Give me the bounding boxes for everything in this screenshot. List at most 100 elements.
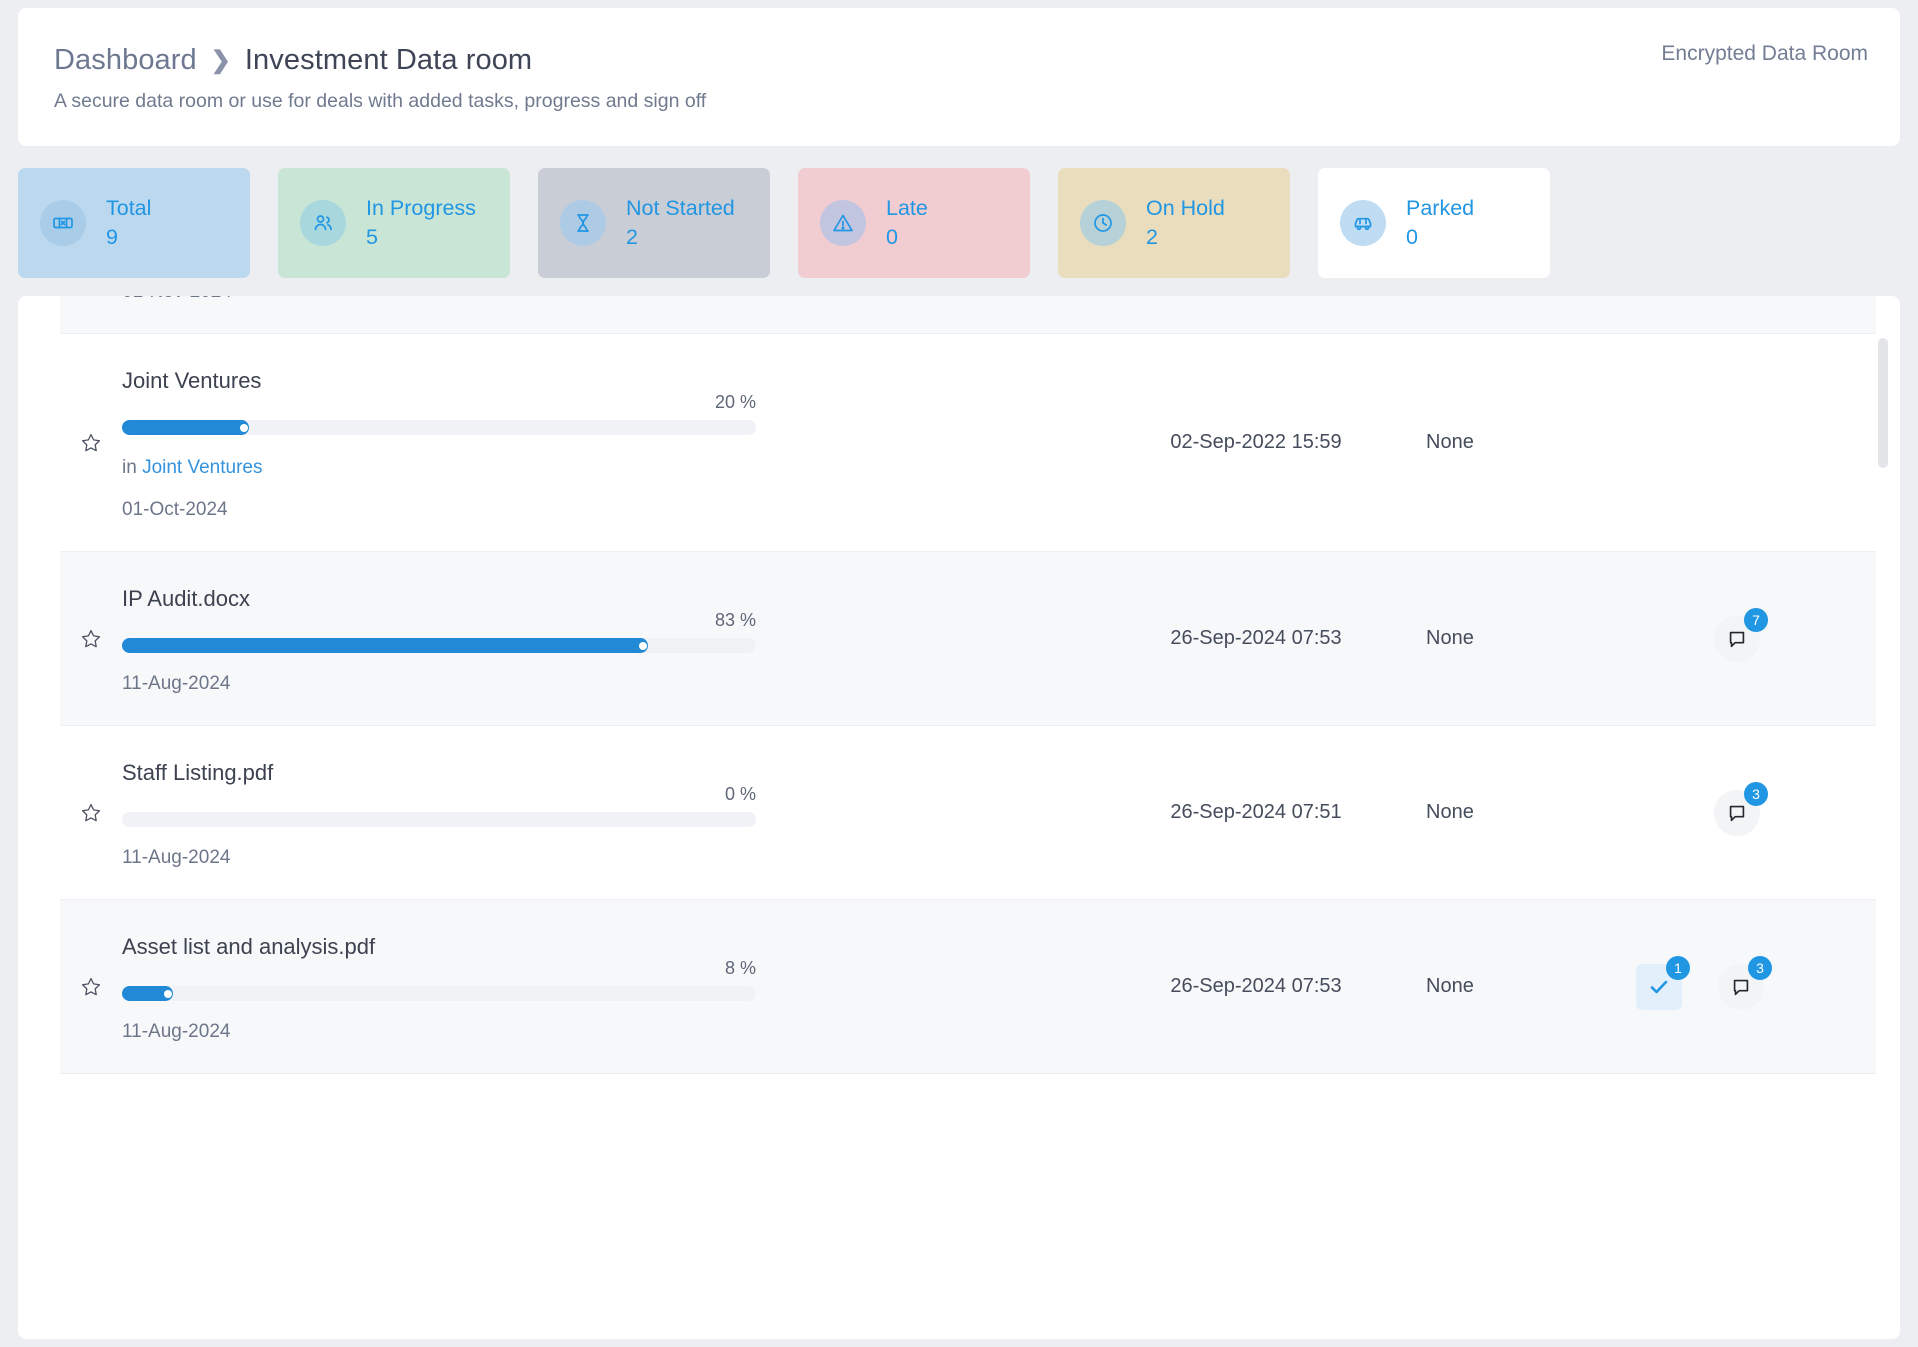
task-badges: 1	[1576, 296, 1876, 333]
task-assignee: None	[1406, 296, 1576, 333]
stat-label: Late	[886, 195, 928, 220]
stat-value: 0	[886, 224, 898, 249]
task-badges: 3	[1576, 726, 1876, 899]
table-row[interactable]: 59 %in NDA, confidentiality agreements i…	[60, 296, 1876, 334]
stat-value: 9	[106, 224, 118, 249]
progress-percent-label: 20 %	[714, 392, 756, 412]
clock-icon	[1080, 200, 1126, 246]
stat-card-total[interactable]: Total 9	[18, 168, 250, 278]
warning-icon	[820, 200, 866, 246]
task-cell: Staff Listing.pdf 0 % 11-Aug-2024	[122, 726, 1106, 899]
stat-label: Parked	[1406, 195, 1475, 220]
stat-label: Not Started	[626, 195, 735, 220]
progress-percent-label: 83 %	[714, 610, 756, 630]
favorite-cell	[60, 726, 122, 899]
task-due-date: 11-Aug-2024	[122, 847, 231, 868]
stat-card-parked[interactable]: Parked 0	[1318, 168, 1550, 278]
star-outline-icon[interactable]	[78, 626, 104, 652]
favorite-cell	[60, 900, 122, 1073]
stat-label: Total	[106, 195, 152, 220]
signoff-count: 1	[1666, 955, 1690, 980]
favorite-cell	[60, 552, 122, 725]
task-title[interactable]: Joint Ventures	[122, 368, 1106, 394]
task-due-date: 01-Nov-2024	[122, 296, 1106, 303]
ticket-icon	[40, 200, 86, 246]
comment-badge[interactable]: 3	[1714, 781, 1768, 836]
signoff-badge[interactable]: 1	[1636, 955, 1690, 1010]
task-cell: Asset list and analysis.pdf 8 % 11-Aug-202…	[122, 900, 1106, 1073]
task-cell: 59 %in NDA, confidentiality agreements i…	[122, 296, 1106, 333]
stat-card-on-hold[interactable]: On Hold 2	[1058, 168, 1290, 278]
progress-bar[interactable]	[122, 986, 756, 1001]
progress-percent-label: 8 %	[724, 958, 756, 978]
table-row[interactable]: Asset list and analysis.pdf 8 % 11-Aug-202…	[60, 900, 1876, 1074]
stat-value: 2	[626, 224, 638, 249]
progress-block: 0 %	[122, 784, 756, 827]
task-assignee: None	[1426, 801, 1474, 823]
task-badges: 7	[1576, 552, 1876, 725]
list-scrollbar-track[interactable]	[1878, 310, 1894, 1325]
task-title[interactable]: IP Audit.docx	[122, 586, 1106, 612]
list-scrollbar-thumb[interactable]	[1878, 338, 1888, 468]
star-outline-icon[interactable]	[78, 430, 104, 456]
task-list: 59 %in NDA, confidentiality agreements i…	[60, 296, 1876, 1245]
progress-knob[interactable]	[639, 641, 648, 650]
task-due-date: 01-Oct-2024	[122, 499, 228, 520]
task-assignee: None	[1426, 975, 1474, 997]
task-assignee: None	[1426, 431, 1474, 453]
row-location-prefix: in	[122, 457, 143, 478]
people-icon	[300, 200, 346, 246]
task-list-panel: 59 %in NDA, confidentiality agreements i…	[18, 296, 1900, 1339]
progress-percent-label: 0 %	[724, 784, 756, 804]
stat-label: On Hold	[1146, 195, 1225, 220]
star-outline-icon[interactable]	[78, 974, 104, 1000]
progress-bar[interactable]	[122, 812, 756, 827]
stat-card-in-progress[interactable]: In Progress 5	[278, 168, 510, 278]
chevron-right-icon: ❯	[210, 46, 231, 74]
task-updated: 14-Dec-2023 12:49	[1106, 296, 1406, 333]
star-outline-icon[interactable]	[78, 800, 104, 826]
task-updated: 26-Sep-2024 07:53	[1170, 975, 1342, 997]
comment-count: 3	[1744, 781, 1768, 806]
task-due-date: 11-Aug-2024	[122, 1021, 231, 1042]
comment-count: 3	[1748, 955, 1772, 980]
task-cell: Joint Ventures 20 % in Joint Ventures 01-Oc…	[122, 334, 1106, 551]
car-icon	[1340, 200, 1386, 246]
progress-bar[interactable]	[122, 420, 756, 435]
stat-value: 5	[366, 224, 378, 249]
task-updated: 26-Sep-2024 07:51	[1170, 801, 1342, 823]
comment-badge[interactable]: 3	[1718, 955, 1772, 1010]
table-row[interactable]: IP Audit.docx 83 % 11-Aug-2024 26-Sep-2024 …	[60, 552, 1876, 726]
stat-card-not-started[interactable]: Not Started 2	[538, 168, 770, 278]
progress-block: 8 %	[122, 958, 756, 1001]
status-summary-cards: Total 9 In Progress 5 Not Started 2 Late 0 On Ho…	[18, 168, 1900, 278]
page-title: Investment Data room	[244, 44, 533, 76]
comment-count: 7	[1744, 607, 1768, 632]
progress-knob[interactable]	[163, 989, 172, 998]
progress-bar[interactable]	[122, 638, 756, 653]
stat-card-late[interactable]: Late 0	[798, 168, 1030, 278]
encryption-label: Encrypted Data Room	[1661, 42, 1868, 65]
task-due-date: 11-Aug-2024	[122, 673, 231, 694]
task-badges: 13	[1576, 900, 1876, 1073]
table-row[interactable]: Staff Listing.pdf 0 % 11-Aug-2024 26-Sep-20…	[60, 726, 1876, 900]
table-row[interactable]: Joint Ventures 20 % in Joint Ventures 01-Oc…	[60, 334, 1876, 552]
task-badges	[1576, 334, 1876, 551]
comment-badge[interactable]: 7	[1714, 607, 1768, 662]
stat-value: 2	[1146, 224, 1158, 249]
row-location-link[interactable]: Joint Ventures	[142, 457, 262, 478]
task-title[interactable]: Asset list and analysis.pdf	[122, 934, 1106, 960]
task-updated: 02-Sep-2022 15:59	[1170, 431, 1342, 453]
task-assignee: None	[1426, 627, 1474, 649]
favorite-cell	[60, 334, 122, 551]
breadcrumb-root-link[interactable]: Dashboard	[54, 44, 197, 77]
row-location: in Joint Ventures	[122, 457, 1106, 479]
page-header: Dashboard ❯ Investment Data room A secur…	[18, 8, 1900, 146]
stat-label: In Progress	[366, 195, 476, 220]
task-title[interactable]: Staff Listing.pdf	[122, 760, 1106, 786]
progress-knob[interactable]	[239, 423, 248, 432]
progress-block: 83 %	[122, 610, 756, 653]
task-cell: IP Audit.docx 83 % 11-Aug-2024	[122, 552, 1106, 725]
hourglass-icon	[560, 200, 606, 246]
task-updated: 26-Sep-2024 07:53	[1170, 627, 1342, 649]
